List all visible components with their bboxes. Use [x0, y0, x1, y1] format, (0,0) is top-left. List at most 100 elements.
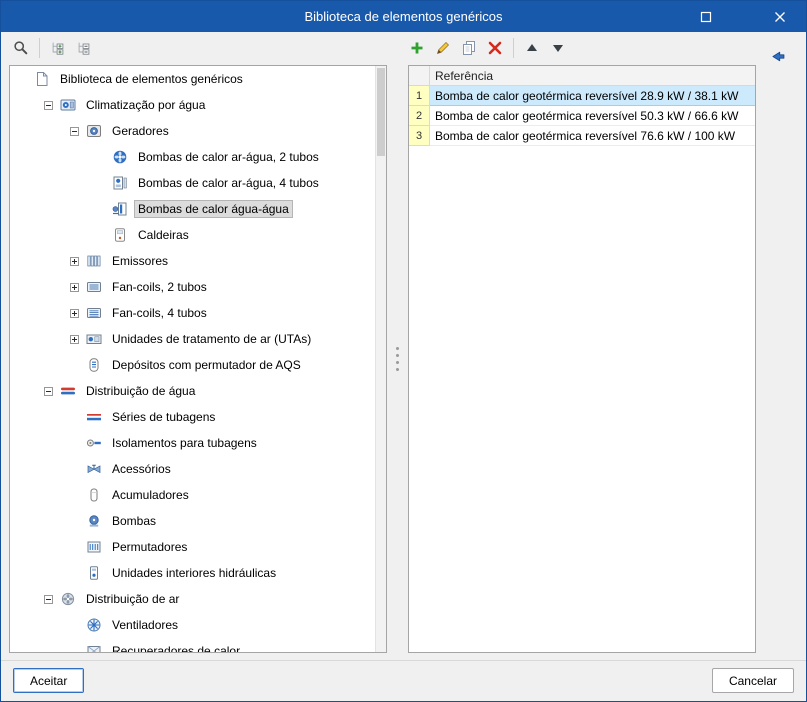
collapse-toggle-icon[interactable]: [70, 126, 79, 136]
add-button[interactable]: [404, 35, 430, 61]
row-number: 1: [409, 86, 430, 106]
tree-item-label: Distribuição de ar: [86, 592, 180, 606]
tree-item[interactable]: Bombas de calor água-água: [10, 196, 375, 222]
window-title: Biblioteca de elementos genéricos: [304, 9, 503, 24]
edit-button[interactable]: [430, 35, 456, 61]
water-climate-unit-icon: [60, 97, 76, 113]
close-button[interactable]: [766, 1, 794, 32]
tree-item-label: Isolamentos para tubagens: [112, 436, 257, 450]
tree-toolbar: [8, 35, 97, 61]
collapse-toggle-icon[interactable]: [44, 594, 53, 604]
tree-item[interactable]: Unidades de tratamento de ar (UTAs): [10, 326, 375, 352]
expand-toggle-icon[interactable]: [70, 308, 79, 318]
tree-item-label: Permutadores: [112, 540, 188, 554]
water-water-pump-icon: [112, 201, 128, 217]
tree-item[interactable]: Ventiladores: [10, 612, 375, 638]
pipes-icon: [60, 383, 76, 399]
table-row[interactable]: 2 Bomba de calor geotérmica reversível 50…: [409, 106, 755, 126]
delete-button[interactable]: [482, 35, 508, 61]
toolbar-separator: [39, 38, 40, 58]
tree-item-label: Acessórios: [112, 462, 171, 476]
tree-item[interactable]: Bombas: [10, 508, 375, 534]
tree-item-label: Biblioteca de elementos genéricos: [60, 72, 243, 86]
tree-item-label: Caldeiras: [138, 228, 189, 242]
tree-item-label: Acumuladores: [112, 488, 189, 502]
reference-cell[interactable]: Bomba de calor geotérmica reversível 28.…: [430, 86, 755, 106]
heat-pump-fan-icon: [112, 149, 128, 165]
tank-coil-icon: [86, 357, 102, 373]
tree-item[interactable]: Geradores: [10, 118, 375, 144]
search-button[interactable]: [8, 35, 34, 61]
tree-scrollbar[interactable]: [375, 66, 386, 652]
tree-item[interactable]: Depósitos com permutador de AQS: [10, 352, 375, 378]
boiler-icon: [112, 227, 128, 243]
tree-item[interactable]: Biblioteca de elementos genéricos: [10, 66, 375, 92]
tree-item[interactable]: Caldeiras: [10, 222, 375, 248]
fancoil-4-icon: [86, 305, 102, 321]
move-down-button[interactable]: [545, 35, 571, 61]
tree-item-label: Unidades de tratamento de ar (UTAs): [112, 332, 312, 346]
tree-item[interactable]: Unidades interiores hidráulicas: [10, 560, 375, 586]
toolbar-separator: [513, 38, 514, 58]
splitter-dot: [396, 361, 399, 364]
move-up-button[interactable]: [519, 35, 545, 61]
element-tree: Biblioteca de elementos genéricos Climati…: [10, 66, 375, 652]
titlebar[interactable]: Biblioteca de elementos genéricos: [1, 1, 806, 32]
tree-item[interactable]: Acumuladores: [10, 482, 375, 508]
tree-item[interactable]: Bombas de calor ar-água, 4 tubos: [10, 170, 375, 196]
accept-button[interactable]: Aceitar: [13, 668, 85, 693]
expand-toggle-icon[interactable]: [70, 282, 79, 292]
table-row[interactable]: 1 Bomba de calor geotérmica reversível 28…: [409, 86, 755, 106]
hydro-unit-icon: [86, 565, 102, 581]
tree-item-label: Fan-coils, 4 tubos: [112, 306, 207, 320]
splitter-dot: [396, 368, 399, 371]
reference-list: 1 Bomba de calor geotérmica reversível 28…: [409, 86, 755, 146]
tree-item-label: Bombas de calor água-água: [134, 200, 293, 218]
cross-icon: [487, 40, 503, 56]
tree-item-label: Emissores: [112, 254, 169, 268]
tree-item[interactable]: Distribuição de água: [10, 378, 375, 404]
tree-item-label: Depósitos com permutador de AQS: [112, 358, 301, 372]
valve-icon: [86, 461, 102, 477]
reference-column-header[interactable]: Referência: [430, 69, 493, 83]
cylinder-icon: [86, 487, 102, 503]
collapse-toggle-icon[interactable]: [44, 100, 53, 110]
dialog-window: Biblioteca de elementos genéricos Biblio…: [0, 0, 807, 702]
collapse-toggle-icon[interactable]: [44, 386, 53, 396]
generator-unit-icon: [86, 123, 102, 139]
maximize-button[interactable]: [692, 1, 720, 32]
tree-item[interactable]: Permutadores: [10, 534, 375, 560]
radiator-icon: [86, 253, 102, 269]
tree-item-label: Séries de tubagens: [112, 410, 216, 424]
tree-item[interactable]: Fan-coils, 2 tubos: [10, 274, 375, 300]
tree-item[interactable]: Distribuição de ar: [10, 586, 375, 612]
table-header[interactable]: Referência: [409, 66, 755, 86]
back-button[interactable]: [764, 43, 792, 69]
back-arrow-icon: [770, 48, 786, 64]
expand-toggle-icon[interactable]: [70, 334, 79, 344]
tree-item[interactable]: Climatização por água: [10, 92, 375, 118]
close-icon: [772, 9, 788, 25]
copy-button[interactable]: [456, 35, 482, 61]
pencil-icon: [435, 40, 451, 56]
reference-cell[interactable]: Bomba de calor geotérmica reversível 76.…: [430, 126, 755, 146]
nav-area: [764, 43, 792, 69]
tree-item[interactable]: Emissores: [10, 248, 375, 274]
tree-item[interactable]: Recuperadores de calor: [10, 638, 375, 652]
collapse-all-button[interactable]: [71, 35, 97, 61]
fancoil-2-icon: [86, 279, 102, 295]
expand-toggle-icon[interactable]: [70, 256, 79, 266]
tree-item[interactable]: Bombas de calor ar-água, 2 tubos: [10, 144, 375, 170]
expand-all-button[interactable]: [45, 35, 71, 61]
table-row[interactable]: 3 Bomba de calor geotérmica reversível 76…: [409, 126, 755, 146]
scrollbar-thumb[interactable]: [377, 68, 385, 156]
tree-item[interactable]: Acessórios: [10, 456, 375, 482]
cancel-button[interactable]: Cancelar: [711, 668, 794, 693]
arrow-down-icon: [550, 40, 566, 56]
tree-item[interactable]: Séries de tubagens: [10, 404, 375, 430]
reference-cell[interactable]: Bomba de calor geotérmica reversível 50.…: [430, 106, 755, 126]
list-toolbar: [404, 35, 571, 61]
tree-item[interactable]: Fan-coils, 4 tubos: [10, 300, 375, 326]
tree-item[interactable]: Isolamentos para tubagens: [10, 430, 375, 456]
panel-splitter[interactable]: [391, 65, 404, 653]
